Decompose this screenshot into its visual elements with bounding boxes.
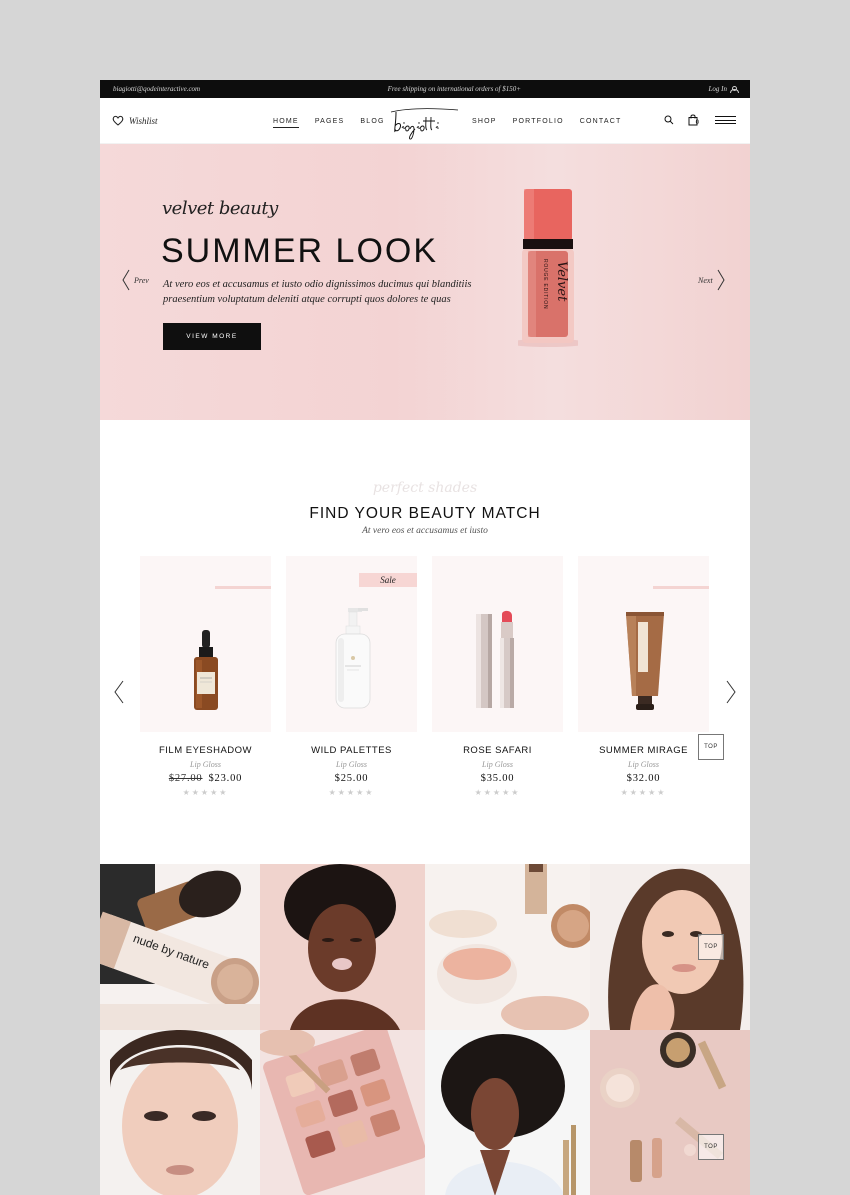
product-category[interactable]: Lip Gloss (140, 760, 271, 769)
slider-prev[interactable]: Prev (122, 269, 149, 291)
product-name[interactable]: ROSE SAFARI (432, 745, 563, 756)
nav-shop[interactable]: SHOP (472, 118, 497, 125)
model-portrait-image (260, 864, 425, 1030)
gallery-image-flatlay[interactable]: TOP (590, 1030, 750, 1195)
back-to-top-button[interactable]: TOP (698, 734, 724, 760)
product-card[interactable]: ROSE SAFARI Lip Gloss $35.00 ★★★★★ (432, 556, 563, 797)
product-image[interactable] (140, 556, 271, 732)
rating-stars: ★★★★★ (182, 788, 229, 797)
product-name[interactable]: FILM EYESHADOW (140, 745, 271, 756)
gallery-image-portrait[interactable] (260, 864, 425, 1030)
back-to-top-button[interactable]: TOP (698, 1134, 724, 1160)
smoky-eye-portrait-image (100, 1030, 260, 1195)
accent-stripe (215, 586, 271, 589)
woman-portrait-image (590, 864, 750, 1030)
product-category[interactable]: Lip Gloss (286, 760, 417, 769)
nav-portfolio[interactable]: PORTFOLIO (513, 118, 564, 125)
sale-price: $23.00 (208, 773, 243, 784)
heart-icon (112, 115, 124, 126)
nav-contact[interactable]: CONTACT (580, 118, 622, 125)
site-logo[interactable] (388, 102, 462, 142)
prev-label: Prev (134, 275, 149, 285)
gallery-image-palette[interactable] (260, 1030, 425, 1195)
makeup-flatlay-image (590, 1030, 750, 1195)
loose-powder-image (425, 864, 590, 1030)
sale-badge: Sale (359, 573, 417, 587)
accent-stripe (653, 586, 709, 589)
gallery-image-powders[interactable] (425, 864, 590, 1030)
main-nav-right: SHOP PORTFOLIO CONTACT (472, 118, 621, 125)
makeup-brush-image: nude by nature (100, 864, 260, 1030)
contact-email[interactable]: biagiotti@qodeinteractive.com (113, 85, 200, 93)
old-price: $27.00 (168, 773, 203, 784)
chevron-left-icon[interactable] (114, 680, 124, 704)
next-label: Next (698, 275, 713, 285)
login-label: Log In (708, 85, 727, 93)
product-image[interactable] (578, 556, 709, 732)
product-name[interactable]: SUMMER MIRAGE (578, 745, 709, 756)
lipstick-bottle-image: Velvet ROUGE EDITION (518, 189, 578, 347)
search-icon[interactable] (664, 115, 674, 125)
gallery-image-brush[interactable]: nude by nature (100, 864, 260, 1030)
chevron-right-icon[interactable] (726, 680, 736, 704)
chevron-right-icon (717, 269, 725, 291)
product-name[interactable]: WILD PALETTES (286, 745, 417, 756)
page-frame: biagiotti@qodeinteractive.com Free shipp… (100, 80, 750, 1195)
eyeshadow-palette-image (260, 1030, 425, 1195)
lipstick-pair-image (476, 610, 514, 708)
product-image[interactable]: Sale (286, 556, 417, 732)
product-price: $27.00 $23.00 (140, 773, 271, 784)
bottle-label: Velvet (554, 261, 569, 302)
hero-script-title: velvet beauty (162, 198, 278, 219)
cart-count: 0 (695, 120, 699, 126)
nav-home[interactable]: HOME (273, 118, 299, 128)
product-category[interactable]: Lip Gloss (432, 760, 563, 769)
main-nav-left: HOME PAGES BLOG (273, 118, 385, 128)
product-price: $25.00 (334, 773, 369, 784)
instagram-gallery: nude by nature TOP TOP (100, 864, 750, 1195)
bottle-sublabel: ROUGE EDITION (542, 259, 548, 309)
rating-stars: ★★★★★ (328, 788, 375, 797)
serum-bottle-image (194, 630, 218, 710)
nav-pages[interactable]: PAGES (315, 118, 345, 128)
lotion-bottle-image (335, 608, 371, 709)
product-price: $35.00 (480, 773, 515, 784)
chevron-left-icon (122, 269, 130, 291)
gallery-image-curly-hair[interactable] (425, 1030, 590, 1195)
header-icons: 0 (664, 114, 736, 126)
site-header: Wishlist HOME PAGES BLOG SHOP PORTFOLIO … (100, 98, 750, 144)
product-card[interactable]: FILM EYESHADOW Lip Gloss $27.00 $23.00 ★★… (140, 556, 271, 797)
wishlist-label: Wishlist (129, 115, 158, 126)
shipping-promo: Free shipping on international orders of… (387, 85, 521, 93)
nav-blog[interactable]: BLOG (360, 118, 384, 128)
view-more-button[interactable]: VIEW MORE (163, 323, 261, 350)
section-title: FIND YOUR BEAUTY MATCH (309, 505, 541, 522)
rating-stars: ★★★★★ (474, 788, 521, 797)
wishlist-link[interactable]: Wishlist (112, 115, 158, 126)
menu-icon[interactable] (715, 116, 736, 124)
gallery-image-smoky-eyes[interactable] (100, 1030, 260, 1195)
product-category[interactable]: Lip Gloss (578, 760, 709, 769)
hero-slider: velvet beauty SUMMER LOOK At vero eos et… (100, 144, 750, 420)
user-icon (729, 85, 739, 93)
section-subtitle: At vero eos et accusamus et iusto (362, 526, 488, 536)
product-image[interactable] (432, 556, 563, 732)
cart-button[interactable]: 0 (688, 114, 701, 126)
login-link[interactable]: Log In (708, 85, 739, 93)
product-card[interactable]: SUMMER MIRAGE Lip Gloss $32.00 ★★★★★ (578, 556, 709, 797)
hero-title: SUMMER LOOK (161, 232, 439, 270)
product-card[interactable]: Sale WILD PALETTES Lip Gloss $25.00 ★★★★… (286, 556, 417, 797)
back-to-top-button[interactable]: TOP (698, 934, 724, 960)
top-bar: biagiotti@qodeinteractive.com Free shipp… (100, 80, 750, 98)
hero-description: At vero eos et accusamus et iusto odio d… (163, 279, 472, 305)
slider-next[interactable]: Next (698, 269, 725, 291)
gallery-image-woman[interactable]: TOP (590, 864, 750, 1030)
section-script-title: perfect shades (372, 480, 478, 496)
curly-hair-portrait-image (425, 1030, 590, 1195)
cream-tube-image (626, 612, 664, 710)
rating-stars: ★★★★★ (620, 788, 667, 797)
product-price: $32.00 (626, 773, 661, 784)
